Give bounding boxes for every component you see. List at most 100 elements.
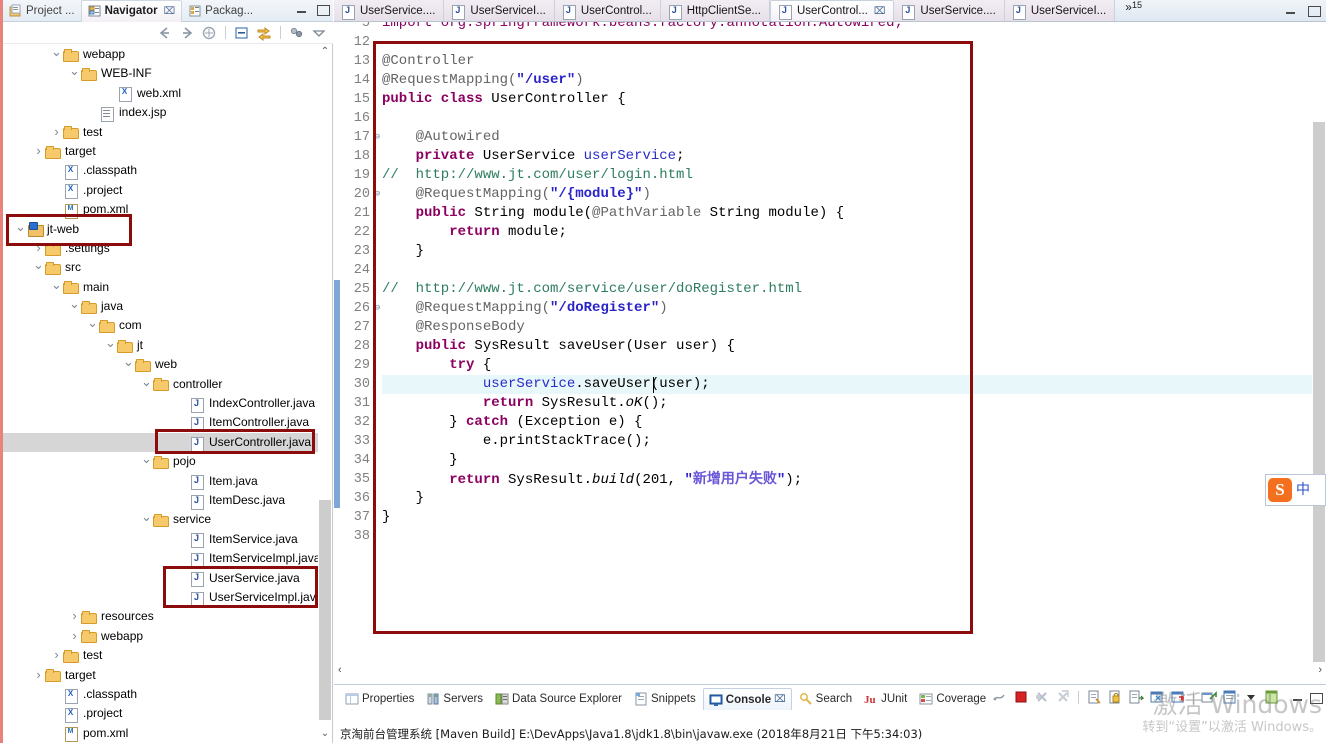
home-icon[interactable] — [201, 25, 217, 41]
tree-twisty-open[interactable] — [68, 296, 81, 317]
code-line[interactable]: // http://www.jt.com/service/user/doRegi… — [382, 280, 802, 299]
view-menu-icon[interactable] — [1264, 689, 1280, 705]
open-console-icon[interactable] — [1201, 689, 1217, 705]
tree-twisty-open[interactable] — [140, 451, 153, 472]
maximize-icon[interactable] — [1309, 691, 1323, 704]
scroll-right-arrow[interactable]: › — [1318, 664, 1322, 676]
pin-console-icon[interactable] — [1149, 689, 1165, 705]
tree-item[interactable]: jt — [3, 336, 323, 355]
tree-item[interactable]: ItemService.java — [3, 530, 323, 549]
tree-twisty-open[interactable] — [32, 257, 45, 278]
remove-launch-icon[interactable] — [1034, 689, 1050, 705]
code-line[interactable]: // http://www.jt.com/user/login.html — [382, 166, 693, 185]
code-line[interactable]: public class UserController { — [382, 90, 626, 109]
tree-item[interactable]: web — [3, 355, 323, 374]
ime-mode-label[interactable]: 中 — [1296, 480, 1310, 500]
minimize-icon[interactable] — [1291, 691, 1304, 704]
code-line[interactable]: private UserService userService; — [382, 147, 685, 166]
code-line[interactable]: @RequestMapping("/doRegister") — [382, 299, 668, 318]
filters-icon[interactable] — [289, 25, 305, 41]
tree-item[interactable]: controller — [3, 375, 323, 394]
editor-tab[interactable]: UserServiceI... — [444, 0, 555, 21]
tree-item[interactable]: webapp — [3, 45, 323, 64]
sogou-ime-widget[interactable]: S 中 — [1265, 474, 1326, 506]
bottom-tab-snippets[interactable]: Snippets — [629, 688, 701, 710]
tree-item[interactable]: jt-web — [3, 220, 323, 239]
forward-icon[interactable] — [179, 25, 195, 41]
console-menu-icon[interactable] — [1243, 689, 1259, 705]
tree-twisty-open[interactable] — [14, 219, 27, 240]
scroll-lock-icon[interactable] — [1107, 689, 1123, 705]
tree-item[interactable]: UserController.java — [3, 432, 323, 453]
editor-horizontal-scrollbar[interactable]: ‹ › — [334, 662, 1326, 678]
view-tab-project-explorer[interactable]: Project ... — [3, 0, 81, 22]
tree-item[interactable]: pojo — [3, 452, 323, 471]
code-line[interactable]: } catch (Exception e) { — [382, 413, 642, 432]
editor-tab[interactable]: UserControl... ⌧ — [769, 0, 895, 21]
tree-item[interactable]: target — [3, 666, 323, 685]
tree-item[interactable]: service — [3, 510, 323, 529]
bottom-tab-servers[interactable]: Servers — [421, 688, 488, 710]
code-line[interactable]: @RequestMapping("/user") — [382, 71, 584, 90]
tree-twisty-closed[interactable] — [50, 122, 63, 143]
tree-item[interactable]: Item.java — [3, 472, 323, 491]
tree-item[interactable]: ItemDesc.java — [3, 491, 323, 510]
close-icon[interactable]: ⌧ — [774, 694, 786, 705]
bottom-tab-console[interactable]: Console ⌧ — [702, 688, 792, 710]
tree-item[interactable]: .classpath — [3, 161, 323, 181]
code-line[interactable]: } — [382, 489, 424, 508]
code-line[interactable]: @Controller — [382, 52, 474, 71]
tree-twisty-open[interactable] — [68, 63, 81, 84]
tree-item[interactable]: test — [3, 646, 323, 665]
terminate-icon[interactable] — [1013, 689, 1029, 705]
tree-item[interactable]: target — [3, 142, 323, 161]
tree-scrollbar[interactable]: ⌃ ⌄ — [318, 45, 332, 743]
back-icon[interactable] — [157, 25, 173, 41]
maximize-icon[interactable] — [316, 3, 330, 16]
editor-tab[interactable]: UserControl... — [554, 0, 661, 21]
fold-marker-icon[interactable]: ⊖ — [373, 185, 382, 204]
tree-item[interactable]: ItemServiceImpl.java — [3, 549, 323, 568]
code-line[interactable]: public SysResult saveUser(User user) { — [382, 337, 735, 356]
file-tree[interactable]: webapp WEB-INF web.xml index.jsp test target.… — [3, 45, 323, 743]
bottom-tab-data-source-explorer[interactable]: Data Source Explorer — [490, 688, 627, 710]
editor-tab[interactable]: UserServiceI... — [1004, 0, 1116, 21]
code-line[interactable]: try { — [382, 356, 491, 375]
tree-item[interactable]: .project — [3, 181, 323, 200]
link-with-editor-icon[interactable] — [256, 25, 272, 41]
tree-twisty-open[interactable] — [50, 45, 63, 65]
editor-tab-overflow[interactable]: » 15 — [1115, 0, 1152, 21]
display-selected-console-icon[interactable] — [1170, 689, 1186, 705]
tree-item[interactable]: pom.xml — [3, 724, 323, 743]
bottom-tab-junit[interactable]: Ju JUnit — [859, 688, 912, 710]
fold-marker-icon[interactable]: ⊖ — [373, 128, 382, 147]
tree-twisty-open[interactable] — [50, 277, 63, 298]
minimize-icon[interactable] — [295, 3, 308, 16]
editor-tab[interactable]: UserService.... — [894, 0, 1005, 21]
editor-tab[interactable]: HttpClientSe... — [660, 0, 770, 21]
code-line[interactable]: return SysResult.build(201, "新增用户失败"); — [382, 470, 802, 489]
tree-item[interactable]: UserService.java — [3, 569, 323, 588]
close-icon[interactable]: ⌧ — [874, 6, 886, 17]
tree-item[interactable]: WEB-INF — [3, 64, 323, 83]
scroll-down-arrow[interactable]: ⌄ — [319, 727, 331, 741]
code-line[interactable]: } — [382, 242, 424, 261]
scroll-up-arrow[interactable]: ⌃ — [319, 45, 331, 59]
editor-vertical-scrollbar[interactable] — [1312, 22, 1326, 662]
tree-twisty-open[interactable] — [104, 335, 117, 356]
tree-item[interactable]: com — [3, 316, 323, 335]
tree-twisty-closed[interactable] — [68, 606, 81, 627]
tree-twisty-closed[interactable] — [32, 141, 45, 162]
view-tab-package-explorer[interactable]: Packag... — [182, 0, 259, 22]
clear-console-icon[interactable] — [1086, 689, 1102, 705]
tree-item[interactable]: UserServiceImpl.java — [3, 588, 323, 607]
tree-item[interactable]: java — [3, 297, 323, 316]
bottom-tab-properties[interactable]: Properties — [340, 688, 419, 710]
tree-twisty-closed[interactable] — [50, 645, 63, 666]
code-line[interactable]: @RequestMapping("/{module}") — [382, 185, 651, 204]
terminate-all-icon[interactable] — [992, 689, 1008, 705]
editor-scrollbar-thumb[interactable] — [1313, 122, 1325, 662]
tree-item[interactable]: .settings — [3, 239, 323, 258]
code-line[interactable]: @Autowired — [382, 128, 500, 147]
tree-item[interactable]: web.xml — [3, 84, 323, 103]
